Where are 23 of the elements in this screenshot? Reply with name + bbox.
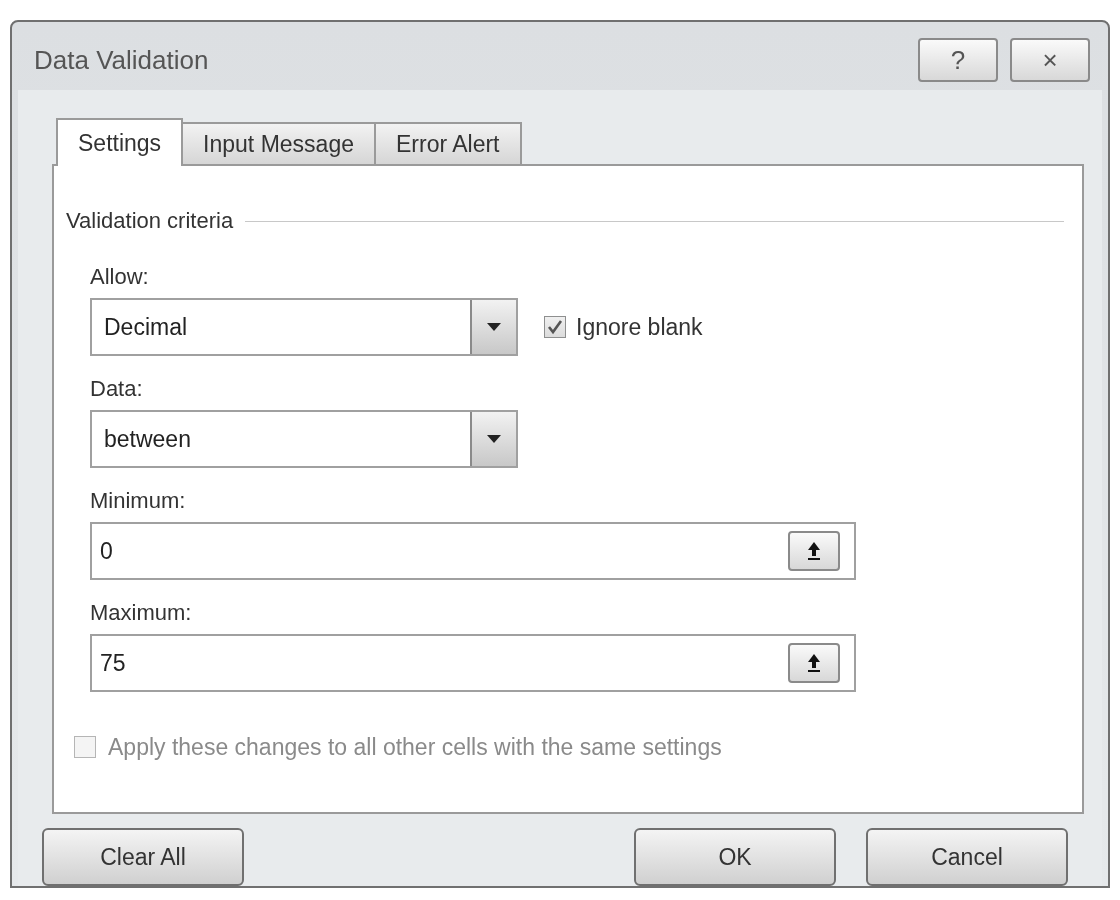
clear-all-button[interactable]: Clear All [42,828,244,886]
field-label: Allow: [90,266,150,288]
field-label: Data: [90,378,144,400]
checkbox[interactable] [544,316,566,339]
tab[interactable]: Error Alert [374,122,522,164]
checkbox-label: Ignore blank [576,313,703,342]
tab[interactable]: Input Message [181,122,376,164]
tab[interactable]: Settings [56,118,184,166]
checkbox-label: Apply these changes to all other cells with the same settings [108,733,722,762]
allow-dropdown[interactable]: Decimal [90,298,518,356]
maximum-field[interactable]: 75 [90,634,856,692]
group-title: Validation criteria [66,210,234,232]
collapse-dialog-icon[interactable] [788,643,840,683]
help-button[interactable]: ? [918,38,998,82]
cancel-button[interactable]: Cancel [866,828,1068,886]
window-title: Data Validation [34,43,209,77]
field-label: Maximum: [90,602,193,624]
collapse-dialog-icon[interactable] [788,531,840,571]
data-dropdown[interactable]: between [90,410,518,468]
ok-button[interactable]: OK [634,828,836,886]
minimum-field[interactable]: 0 [90,522,856,580]
close-button[interactable]: × [1010,38,1090,82]
field-label: Minimum: [90,490,187,512]
